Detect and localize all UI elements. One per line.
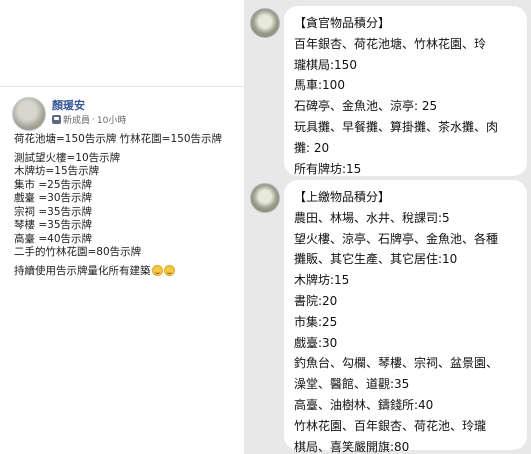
post-line: 荷花池塘=150告示牌 竹林花園=150告示牌 [14, 133, 223, 145]
bubble-line: 石碑亭、金魚池、涼亭: 25 [294, 99, 438, 114]
bubble-line: 攤: 20 [294, 140, 330, 155]
bubble-line: 瓏棋局:150 [294, 57, 357, 72]
post-line: 高臺 =40告示牌 [14, 232, 92, 245]
bubble-line: 望火樓、涼亭、石牌亭、金魚池、各種 [294, 231, 499, 246]
post-card: 顏瑗安 新成員 · 10小時 荷花池塘=150告示牌 竹林花園=150告示牌 測… [0, 86, 246, 304]
post-body: 荷花池塘=150告示牌 竹林花園=150告示牌 測試望火樓=10告示牌 木牌坊=… [14, 133, 246, 278]
bubble-line: 高臺、油樹林、鑄錢所:40 [294, 397, 434, 412]
bubble-line: 百年銀杏、荷花池塘、竹林花園、玲 [294, 36, 487, 51]
post-line: 木牌坊=15告示牌 [14, 165, 100, 177]
member-role: 新成員 [63, 116, 91, 126]
bubble-line: 書院:20 [294, 293, 338, 308]
bubble-line: 攤販、其它生產、其它居住:10 [294, 252, 458, 267]
post-last-line: 持續使用告示牌量化所有建築 [14, 264, 246, 279]
bubble-line: 所有牌坊:15 [294, 161, 362, 176]
grinning-emoji-icon [163, 264, 175, 276]
bubble-line: 戲臺:30 [294, 335, 338, 350]
bubble-line: 玩具攤、早餐攤、算掛攤、茶水攤、肉 [294, 119, 499, 134]
bubble-line: 釣魚台、勾欄、琴樓、宗祠、盆景園、 [294, 356, 499, 371]
author-name[interactable]: 顏瑗安 [52, 97, 85, 113]
post-time[interactable]: 10小時 [97, 113, 126, 126]
post-line: 二手的竹林花園=80告示牌 [14, 246, 142, 258]
bubble-line: 木牌坊:15 [294, 273, 350, 288]
sender-avatar[interactable] [250, 183, 280, 213]
bubble-line: 馬車:100 [294, 78, 345, 93]
bubble-line: 【上繳物品積分】 [294, 190, 391, 204]
chat-bubble-tax-official-points: 【貪官物品積分】 百年銀杏、荷花池塘、竹林花園、玲 瓏棋局:150 馬車:100… [284, 6, 527, 176]
grinning-emoji-icon [151, 264, 163, 276]
sender-avatar[interactable] [250, 8, 280, 38]
post-meta: 新成員 · 10小時 [52, 113, 126, 126]
bubble-line: 農田、林場、水井、稅課司:5 [294, 210, 450, 225]
post-line: 持續使用告示牌量化所有建築 [14, 264, 151, 277]
post-line: 戲臺 =30告示牌 [14, 192, 92, 204]
post-line: 宗祠 =35告示牌 [14, 205, 92, 218]
bubble-line: 棋局、喜笑嚴開旗:80 [294, 439, 410, 454]
bubble-line: 市集:25 [294, 314, 338, 329]
post-line: 琴樓 =35告示牌 [14, 219, 92, 231]
bubble-line: 【貪官物品積分】 [294, 16, 391, 30]
chat-bubble-submitted-points: 【上繳物品積分】 農田、林場、水井、稅課司:5 望火樓、涼亭、石牌亭、金魚池、各… [284, 180, 527, 454]
meta-separator: · [92, 114, 95, 125]
chat-panel: 【貪官物品積分】 百年銀杏、荷花池塘、竹林花園、玲 瓏棋局:150 馬車:100… [244, 0, 531, 454]
author-avatar[interactable] [12, 97, 46, 131]
post-line: 測試望火樓=10告示牌 [14, 151, 121, 164]
new-member-badge-icon [52, 115, 61, 124]
bubble-line: 澡堂、醫館、道觀:35 [294, 377, 410, 392]
bubble-line: 竹林花園、百年銀杏、荷花池、玲瓏 [294, 418, 487, 433]
post-line: 集市 =25告示牌 [14, 178, 92, 191]
